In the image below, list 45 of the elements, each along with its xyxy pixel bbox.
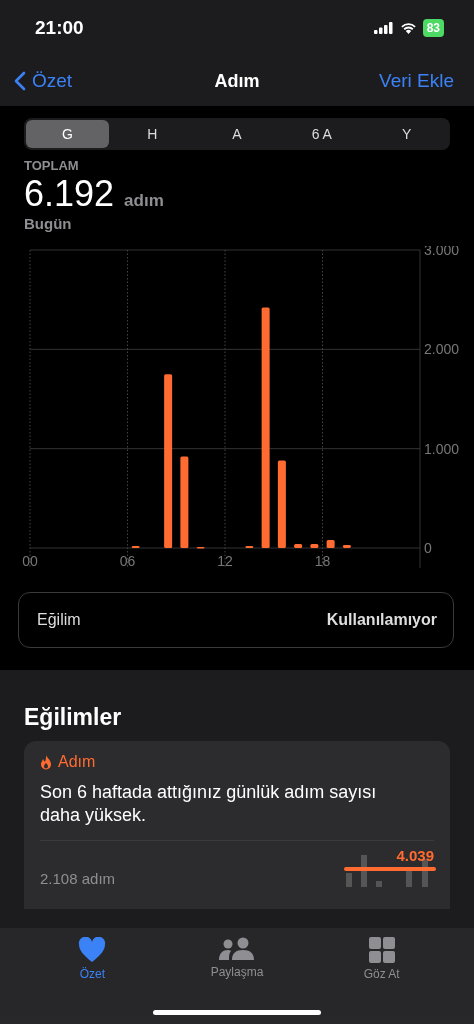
chart-bar xyxy=(310,544,319,548)
grid-icon xyxy=(368,937,395,963)
segment-tab[interactable]: H xyxy=(110,120,194,148)
segment-tab[interactable]: A xyxy=(195,120,279,148)
chevron-left-icon xyxy=(14,71,26,91)
past-average-label: 2.108 adım xyxy=(40,869,116,887)
current-average-value: 4.039 xyxy=(396,846,434,864)
total-label: TOPLAM xyxy=(24,158,80,173)
y-tick-label: 1.000 xyxy=(424,440,460,457)
y-tick-label: 3.000 xyxy=(424,246,460,258)
unit-label: adım xyxy=(124,191,164,211)
trend-row[interactable]: Eğilim Kullanılamıyor xyxy=(18,592,454,648)
trend-label: Eğilim xyxy=(37,611,81,629)
people-icon xyxy=(218,937,256,961)
y-tick-label: 0 xyxy=(424,540,432,556)
segment-tab[interactable]: 6 A xyxy=(280,120,364,148)
nav-title: Adım xyxy=(214,70,260,92)
back-button[interactable]: Özet xyxy=(14,70,73,92)
x-tick-label: 00 xyxy=(22,553,38,568)
add-data-button[interactable]: Veri Ekle xyxy=(379,70,454,92)
x-tick-label: 12 xyxy=(217,553,233,568)
section-title: Eğilimler xyxy=(24,704,123,731)
period-label: Bugün xyxy=(24,215,73,232)
segment-tab[interactable]: G xyxy=(26,120,109,148)
x-tick-label: 06 xyxy=(119,553,136,568)
chart-bar xyxy=(326,540,335,548)
status-time: 21:00 xyxy=(35,17,84,39)
tab-bar-item[interactable]: Özet xyxy=(37,936,148,984)
segment-tab[interactable]: Y xyxy=(365,120,448,148)
battery-level: 83 xyxy=(422,19,444,37)
tab-bar-item[interactable]: Göz At xyxy=(326,936,437,984)
heart-icon xyxy=(78,937,107,963)
y-tick-label: 2.000 xyxy=(424,341,460,358)
wifi-icon xyxy=(399,22,417,34)
chart-bar xyxy=(294,544,303,548)
trend-value: Kullanılamıyor xyxy=(326,611,437,629)
tab-bar-item[interactable]: Paylaşma xyxy=(182,936,292,984)
card-category: Adım xyxy=(58,753,96,771)
x-tick-label: 18 xyxy=(314,553,331,568)
card-text: Son 6 haftada attığınız günlük adım sayısı daha yüksek. xyxy=(40,781,378,828)
total-value: 6.192 xyxy=(24,173,115,215)
flame-icon xyxy=(40,754,52,770)
signal-icon xyxy=(373,22,394,34)
trend-card[interactable]: Adım Son 6 haftada attığınız günlük adım sayısı daha yüksek. 2.108 adım 4.039 xyxy=(24,741,450,909)
chart-bar xyxy=(342,545,351,548)
